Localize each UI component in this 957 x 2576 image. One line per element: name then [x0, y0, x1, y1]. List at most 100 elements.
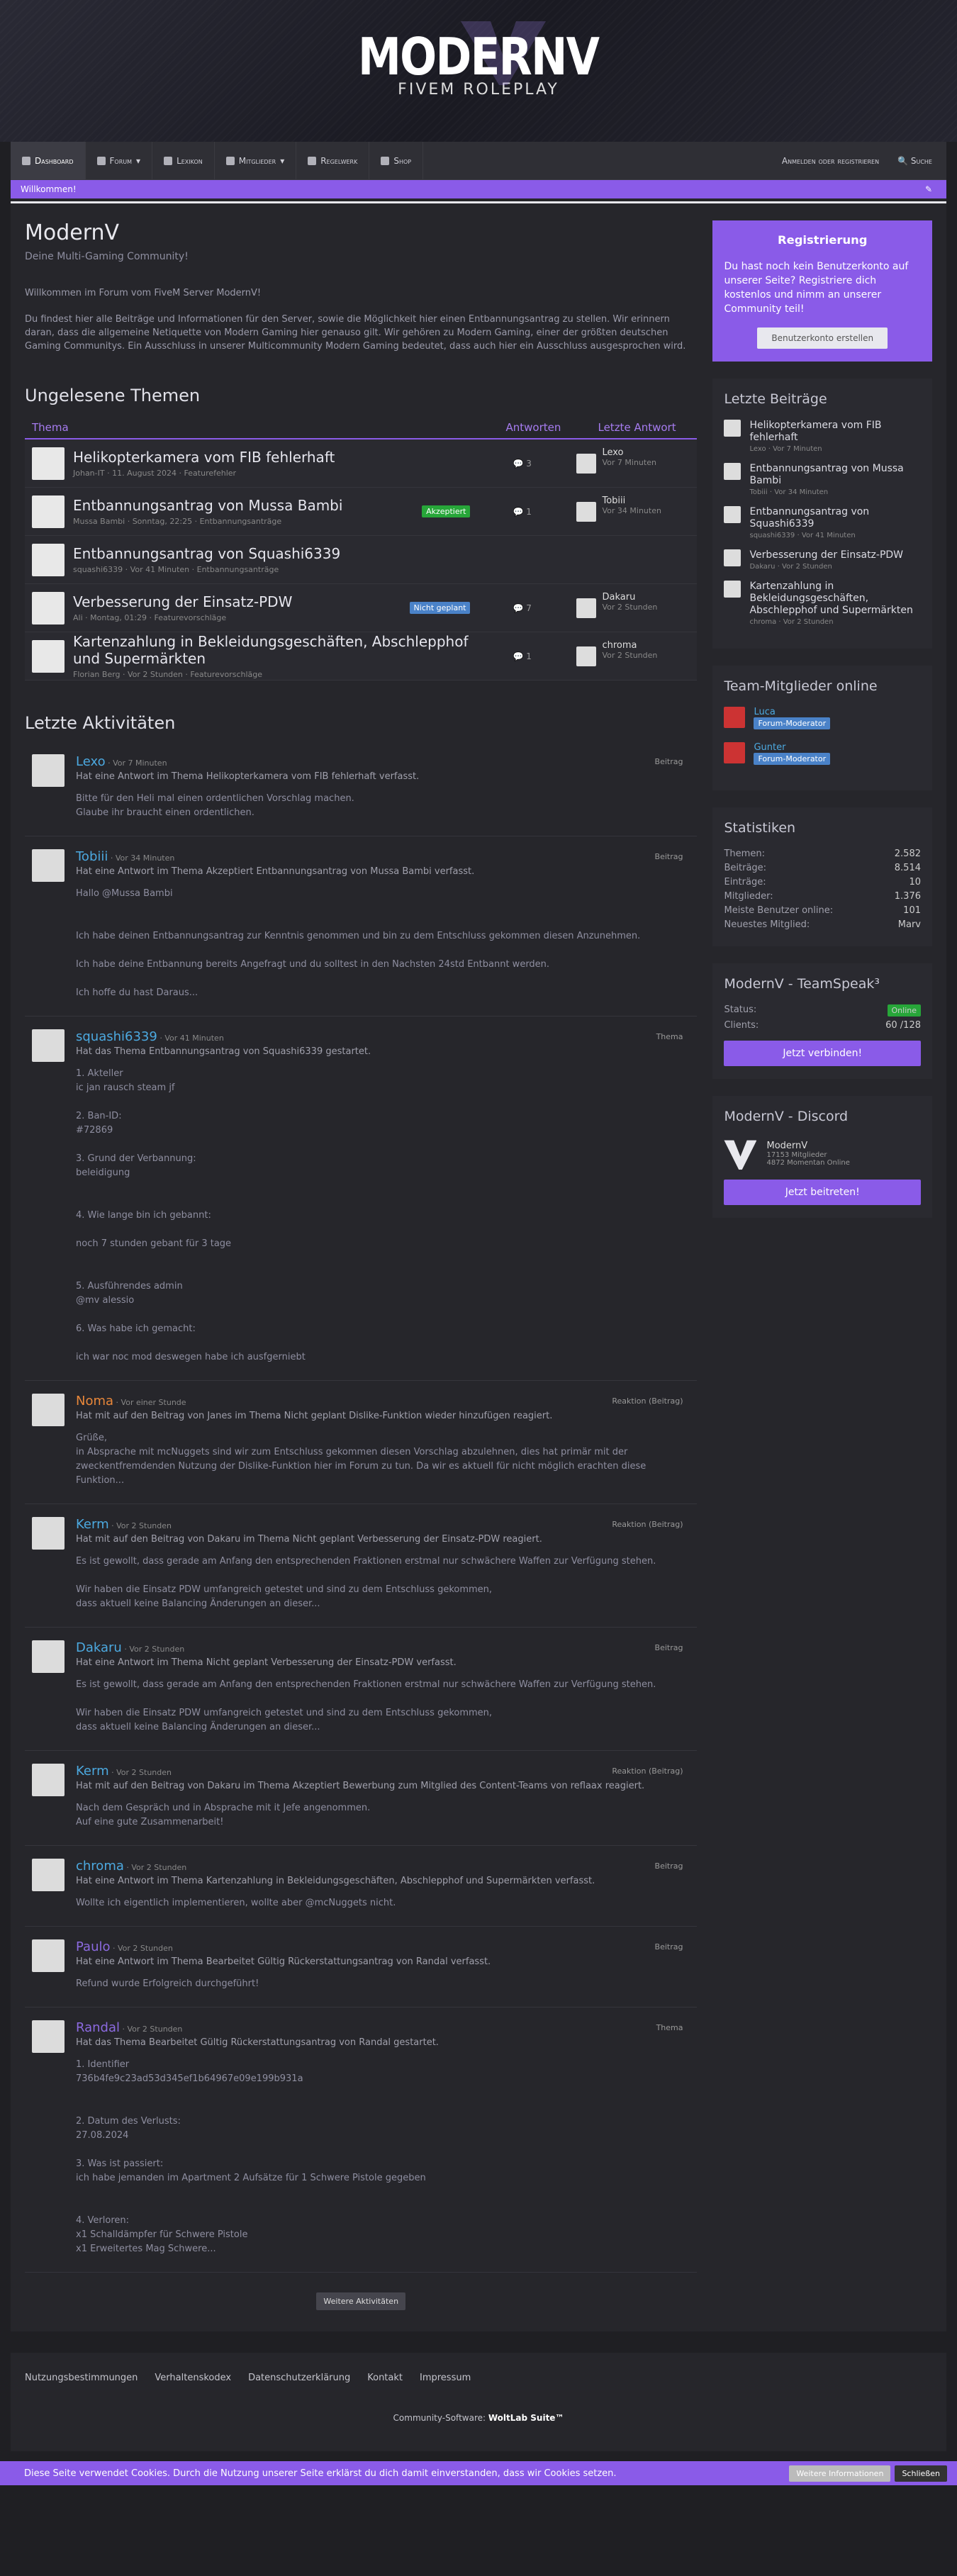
user-avatar[interactable] — [32, 1394, 65, 1426]
username-link[interactable]: Kerm — [76, 1764, 109, 1779]
stat-row: Neuestes Mitglied: Marv — [724, 919, 921, 930]
topic-title[interactable]: Verbesserung der Einsatz-PDW — [73, 593, 410, 610]
last-reply[interactable]: Lexo Vor 7 Minuten — [576, 447, 690, 480]
footer-link[interactable]: Kontakt — [367, 2373, 403, 2383]
more-activities-button[interactable]: Weitere Aktivitäten — [316, 2292, 406, 2310]
activity-description[interactable]: Hat eine Antwort im Thema Akzeptiert Ent… — [76, 866, 690, 877]
activity-description[interactable]: Hat das Thema Bearbeitet Gültig Rückerst… — [76, 2037, 690, 2048]
cookie-close-button[interactable]: Schließen — [895, 2465, 947, 2482]
activity-description[interactable]: Hat mit auf den Beitrag von Janes im The… — [76, 1411, 690, 1421]
search-button[interactable]: 🔍 Suche — [897, 156, 932, 166]
topic-title[interactable]: Entbannungsantrag von Mussa Bambi — [73, 497, 422, 514]
nav-forum[interactable]: Forum ▾ — [86, 142, 153, 179]
footer-link[interactable]: Datenschutzerklärung — [248, 2373, 350, 2383]
activity-item: Tobiii · Vor 34 Minuten Hat eine Antwort … — [25, 836, 698, 1017]
latest-post-title[interactable]: Entbannungsantrag von Mussa Bambi — [749, 463, 921, 487]
member-name[interactable]: Gunter — [754, 742, 830, 753]
gavel-icon — [308, 156, 317, 165]
time-value: Vor 2 Stunden — [127, 2025, 183, 2034]
latest-post-item[interactable]: Entbannungsantrag von Mussa Bambi Tobiii … — [724, 463, 921, 496]
latest-post-meta: chroma · Vor 2 Stunden — [749, 618, 834, 626]
last-reply[interactable]: chroma Vor 2 Stunden — [576, 640, 690, 673]
user-avatar[interactable] — [32, 1029, 65, 1062]
username-link[interactable]: Randal — [76, 2020, 120, 2035]
user-avatar[interactable] — [32, 2020, 65, 2053]
latest-post-item[interactable]: Helikopterkamera vom FIB fehlerhaft Lexo … — [724, 420, 921, 453]
teamspeak-connect-button[interactable]: Jetzt verbinden! — [724, 1041, 921, 1066]
topic-row[interactable]: Entbannungsantrag von Mussa Bambi Mussa B… — [25, 488, 698, 536]
username-link[interactable]: Lexo — [76, 754, 106, 769]
activity-description[interactable]: Hat mit auf den Beitrag von Dakaru im Th… — [76, 1781, 690, 1791]
user-avatar[interactable] — [32, 1764, 65, 1796]
user-avatar[interactable] — [32, 754, 65, 787]
col-last: Letzte Antwort — [598, 421, 676, 434]
username-link[interactable]: Kerm — [76, 1517, 109, 1532]
latest-post-title[interactable]: Helikopterkamera vom FIB fehlerhaft — [749, 420, 921, 444]
latest-post-item[interactable]: Verbesserung der Einsatz-PDW Dakaru · Vor… — [724, 549, 921, 571]
footer-link[interactable]: Impressum — [420, 2373, 471, 2383]
author-avatar[interactable] — [32, 447, 65, 480]
team-member[interactable]: Gunter Forum-Moderator — [724, 742, 921, 765]
edit-icon[interactable]: ✎ — [925, 184, 932, 194]
footer-link[interactable]: Verhaltenskodex — [155, 2373, 231, 2383]
latest-post-item[interactable]: Kartenzahlung in Bekleidungsgeschäften, … — [724, 581, 921, 626]
username-link[interactable]: Dakaru — [76, 1640, 122, 1655]
username-link[interactable]: Tobiii — [76, 849, 108, 864]
username-link[interactable]: chroma — [76, 1859, 124, 1874]
login-link[interactable]: Anmelden oder registrieren — [782, 156, 879, 166]
author-avatar[interactable] — [32, 639, 65, 673]
create-account-button[interactable]: Benutzerkonto erstellen — [757, 327, 888, 349]
topic-row[interactable]: Helikopterkamera vom FIB fehlerhaft Johan… — [25, 439, 698, 488]
activity-description[interactable]: Hat eine Antwort im Thema Kartenzahlung … — [76, 1876, 690, 1886]
username-link[interactable]: squashi6339 — [76, 1029, 157, 1044]
username-link[interactable]: Paulo — [76, 1939, 111, 1954]
answer-count: 💬 1 — [484, 507, 576, 517]
activity-description[interactable]: Hat eine Antwort im Thema Helikopterkame… — [76, 771, 690, 782]
site-logo[interactable]: MODERNV FIVEM ROLEPLAY — [0, 21, 957, 99]
topic-title[interactable]: Helikopterkamera vom FIB fehlerhaft — [73, 449, 484, 466]
member-name[interactable]: Luca — [754, 707, 830, 717]
latest-post-title[interactable]: Kartenzahlung in Bekleidungsgeschäften, … — [749, 581, 921, 617]
user-avatar[interactable] — [32, 849, 65, 882]
statistics-title: Statistiken — [724, 820, 796, 836]
user-avatar[interactable] — [32, 1859, 65, 1891]
nav-mitglieder[interactable]: Mitglieder ▾ — [215, 142, 297, 179]
topic-title[interactable]: Kartenzahlung in Bekleidungsgeschäften, … — [73, 633, 484, 667]
user-avatar[interactable] — [32, 1640, 65, 1673]
author-avatar[interactable] — [32, 543, 65, 576]
latest-post-title[interactable]: Verbesserung der Einsatz-PDW — [749, 549, 903, 561]
nav-shop[interactable]: Shop — [369, 142, 424, 179]
topic-row[interactable]: Verbesserung der Einsatz-PDW Ali · Montag… — [25, 584, 698, 632]
nav-dashboard[interactable]: Dashboard — [11, 142, 86, 179]
latest-post-item[interactable]: Entbannungsantrag von Squashi6339 squashi… — [724, 506, 921, 539]
member-role-badge: Forum-Moderator — [754, 717, 831, 729]
last-reply[interactable]: Tobiii Vor 34 Minuten — [576, 495, 690, 528]
author-avatar[interactable] — [32, 591, 65, 625]
username-link[interactable]: Noma — [76, 1394, 113, 1409]
activity-description[interactable]: Hat mit auf den Beitrag von Dakaru im Th… — [76, 1534, 690, 1545]
activity-time: · Vor einer Stunde — [113, 1398, 186, 1407]
nav-lexikon[interactable]: Lexikon — [152, 142, 215, 179]
comment-icon: 💬 — [513, 651, 527, 661]
discord-join-button[interactable]: Jetzt beitreten! — [724, 1180, 921, 1205]
activity-description[interactable]: Hat eine Antwort im Thema Bearbeitet Gül… — [76, 1956, 690, 1967]
nav-regelwerk[interactable]: Regelwerk — [296, 142, 370, 179]
comments-icon — [96, 156, 106, 165]
user-avatar[interactable] — [32, 1939, 65, 1972]
copyright-brand[interactable]: WoltLab Suite™ — [488, 2413, 564, 2423]
topic-row[interactable]: Entbannungsantrag von Squashi6339 squashi… — [25, 536, 698, 584]
activity-description[interactable]: Hat eine Antwort im Thema Nicht geplant … — [76, 1657, 690, 1668]
topic-title[interactable]: Entbannungsantrag von Squashi6339 — [73, 545, 484, 562]
latest-post-title[interactable]: Entbannungsantrag von Squashi6339 — [749, 506, 921, 530]
user-avatar[interactable] — [32, 1517, 65, 1550]
footer-link[interactable]: Nutzungsbestimmungen — [25, 2373, 138, 2383]
topic-row[interactable]: Kartenzahlung in Bekleidungsgeschäften, … — [25, 632, 698, 681]
author-avatar[interactable] — [32, 495, 65, 528]
last-reply[interactable]: Dakaru Vor 2 Stunden — [576, 592, 690, 625]
last-reply-info: Tobiii Vor 34 Minuten — [602, 495, 661, 528]
cookie-more-button[interactable]: Weitere Informationen — [789, 2465, 891, 2482]
activity-description[interactable]: Hat das Thema Entbannungsantrag von Squa… — [76, 1046, 690, 1057]
team-member[interactable]: Luca Forum-Moderator — [724, 707, 921, 729]
nav-label: Mitglieder — [238, 155, 276, 166]
answer-count-value: 7 — [526, 603, 532, 613]
